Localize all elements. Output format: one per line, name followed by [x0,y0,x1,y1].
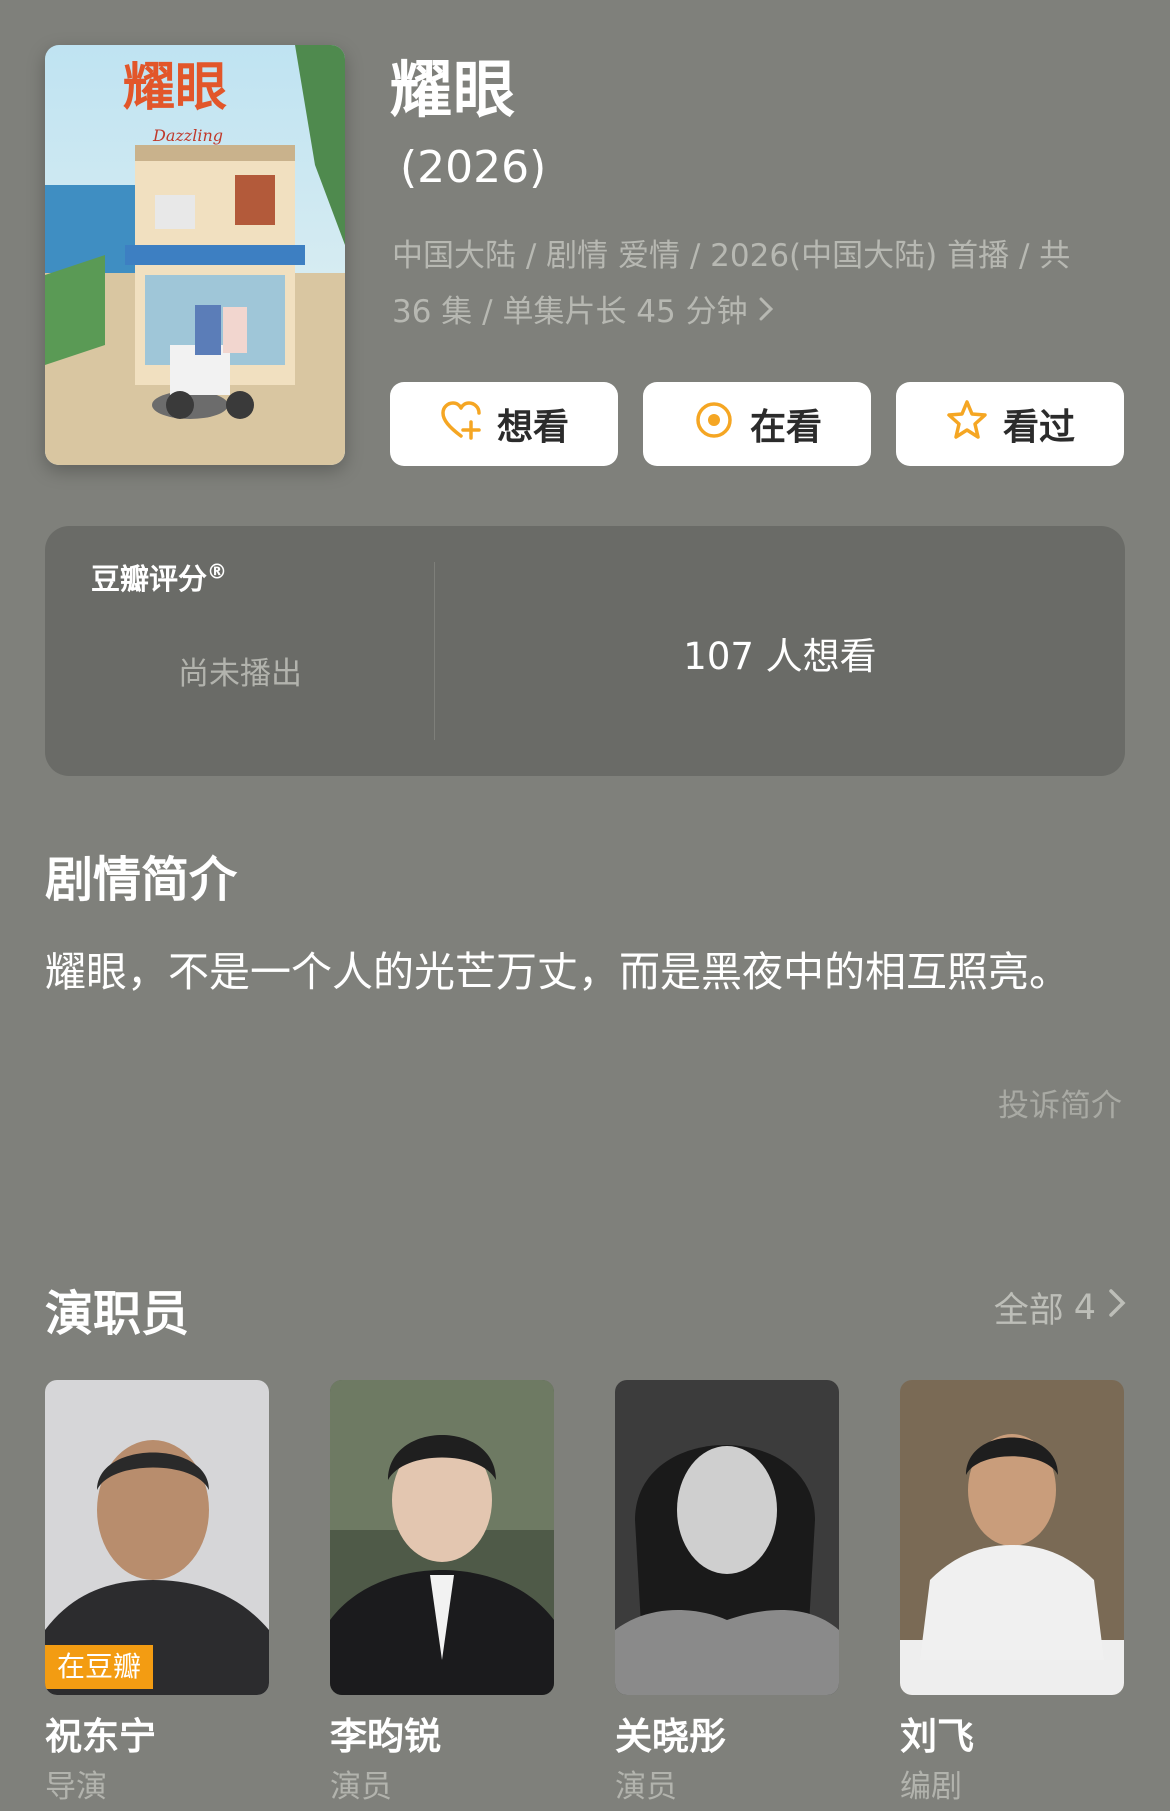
chevron-right-icon [1106,1286,1128,1329]
poster-title-art: 耀眼 [123,57,227,118]
watching-button[interactable]: 在看 [643,382,871,466]
poster-illustration: 耀眼 Dazzling [45,45,345,465]
cast-name: 李昀锐 [330,1715,441,1758]
chevron-right-icon [758,284,774,340]
cast-photo [900,1380,1124,1695]
show-title: 耀眼 [390,53,517,126]
cast-name: 关晓彤 [615,1715,726,1758]
cast-name: 刘飞 [900,1715,974,1758]
rating-status: 尚未播出 [178,656,302,692]
cast-card[interactable]: 李昀锐 演员 [330,1380,554,1807]
meta-line-2: 36 集 / 单集片长 45 分钟 [392,294,748,330]
cast-role: 演员 [615,1769,677,1805]
watching-label: 在看 [749,407,822,448]
cast-photo [330,1380,554,1695]
poster-subtitle: Dazzling [152,126,223,145]
cast-card[interactable]: 刘飞 编剧 [900,1380,1124,1807]
cast-role: 编剧 [900,1769,962,1805]
cast-heading: 演职员 [45,1286,190,1342]
registered-mark: ® [207,559,228,584]
on-douban-badge: 在豆瓣 [45,1645,154,1689]
synopsis-text: 耀眼，不是一个人的光芒万丈，而是黑夜中的相互照亮。 [45,948,1070,996]
cast-view-all[interactable]: 全部 4 [994,1282,1128,1333]
want-to-watch-label: 想看 [496,407,569,448]
report-synopsis-link[interactable]: 投诉简介 [998,1080,1122,1125]
star-icon [945,398,989,451]
poster-image[interactable]: 耀眼 Dazzling [45,45,345,465]
rating-label-text: 豆瓣评分 [91,562,208,596]
cast-all-count: 4 [1073,1287,1096,1328]
cast-role: 导演 [45,1769,107,1805]
cast-role: 演员 [330,1769,392,1805]
want-count: 107 人想看 [683,635,877,678]
cast-card[interactable]: 在豆瓣 祝东宁 导演 [45,1380,269,1807]
cast-name: 祝东宁 [45,1715,156,1758]
cast-card[interactable]: 关晓彤 演员 [615,1380,839,1807]
watched-label: 看过 [1002,407,1075,448]
target-icon [692,398,736,451]
want-to-watch-button[interactable]: 想看 [390,382,618,466]
watched-button[interactable]: 看过 [896,382,1124,466]
meta-line-1: 中国大陆 / 剧情 爱情 / 2026(中国大陆) 首播 / 共 [392,238,1071,274]
douban-rating-label: 豆瓣评分® [91,556,227,598]
show-meta[interactable]: 中国大陆 / 剧情 爱情 / 2026(中国大陆) 首播 / 共 36 集 / … [392,228,1112,340]
cast-photo: 在豆瓣 [45,1380,269,1695]
show-year: (2026) [400,142,547,193]
synopsis-heading: 剧情简介 [45,852,238,908]
cast-photo [615,1380,839,1695]
cast-all-label: 全部 [993,1291,1064,1331]
heart-plus-icon [439,398,483,451]
rating-card[interactable]: 豆瓣评分® 尚未播出 107 人想看 [45,526,1125,776]
